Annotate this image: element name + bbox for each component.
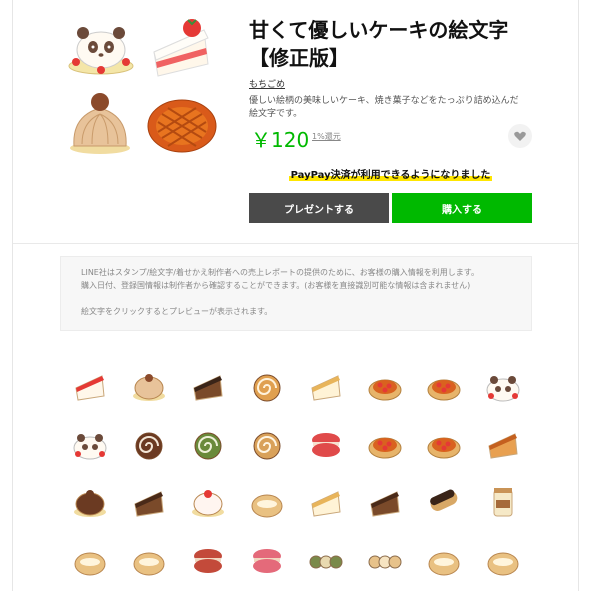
- emoji-item[interactable]: [414, 415, 473, 473]
- tiramisu-icon: [192, 375, 223, 401]
- custard-choux-icon: [74, 552, 105, 576]
- emoji-item[interactable]: [60, 357, 119, 415]
- emoji-item[interactable]: [178, 415, 237, 473]
- strawberry-tart-slice-icon: [427, 437, 460, 459]
- fruit-shortcake-icon: [191, 490, 224, 517]
- hero-image: [60, 8, 228, 158]
- cheesecake-slice-icon: [310, 375, 341, 401]
- purchase-notice: LINE社はスタンプ/絵文字/着せかえ制作者への売上レポートの提供のために、お客…: [60, 256, 532, 331]
- heart-icon: [514, 131, 526, 141]
- emoji-item[interactable]: [178, 473, 237, 531]
- gift-button[interactable]: プレゼントする: [249, 193, 389, 223]
- emoji-item[interactable]: [237, 531, 296, 589]
- roll-cake-slice-icon: [253, 374, 280, 402]
- buy-button[interactable]: 購入する: [392, 193, 532, 223]
- emoji-item[interactable]: [60, 531, 119, 589]
- chocolate-roll-icon: [135, 432, 162, 460]
- page-title: 甘くて優しいケーキの絵文字 【修正版】: [249, 16, 549, 72]
- emoji-item[interactable]: [473, 415, 532, 473]
- emoji-item[interactable]: [296, 473, 355, 531]
- cheesecake-chocolate-icon: [369, 491, 400, 517]
- chocolate-cake-slice-icon: [133, 491, 164, 517]
- strawberry-tart-icon: [427, 379, 460, 401]
- swiss-roll-icon: [253, 432, 280, 460]
- emoji-item[interactable]: [355, 473, 414, 531]
- mont-blanc-icon: [132, 374, 165, 401]
- emoji-item[interactable]: [60, 473, 119, 531]
- cream-puff-icon: [251, 494, 282, 518]
- emoji-item[interactable]: [60, 415, 119, 473]
- emoji-item[interactable]: [473, 531, 532, 589]
- panda-cake-slice-icon: [73, 434, 106, 460]
- title-line: 【修正版】: [249, 46, 349, 70]
- emoji-item[interactable]: [296, 415, 355, 473]
- emoji-grid: [60, 357, 532, 589]
- emoji-item[interactable]: [355, 531, 414, 589]
- emoji-item[interactable]: [178, 357, 237, 415]
- apple-pie-icon: [147, 99, 217, 153]
- title-line: 甘くて優しいケーキの絵文字: [249, 18, 509, 42]
- emoji-item[interactable]: [414, 531, 473, 589]
- cheese-cake-icon: [310, 491, 341, 517]
- author-link[interactable]: もちごめ: [249, 77, 285, 90]
- emoji-item[interactable]: [355, 415, 414, 473]
- fruit-tart-slice-icon: [368, 437, 401, 459]
- fluffy-choux-icon: [487, 552, 518, 576]
- emoji-item[interactable]: [119, 415, 178, 473]
- divider: [13, 243, 578, 244]
- price: ￥120: [251, 128, 310, 152]
- points-link[interactable]: 1%還元: [312, 131, 341, 142]
- eclair-icon: [429, 489, 457, 511]
- pudding-jar-icon: [493, 488, 512, 517]
- strawberry-shortcake-icon: [153, 19, 209, 77]
- choux-cream-icon: [133, 552, 164, 576]
- macaron-stack-icon: [193, 549, 222, 573]
- baked-choux-icon: [428, 552, 459, 576]
- description-line: 優しい絵柄の美味しいケーキ、焼き菓子などをたっぷり詰め込んだ: [249, 96, 519, 106]
- favorite-button[interactable]: [508, 124, 532, 148]
- product-description: 優しい絵柄の美味しいケーキ、焼き菓子などをたっぷり詰め込んだ 絵文字です。: [249, 95, 539, 121]
- notice-line: 購入日付、登録国情報は制作者から確認することができます。(お客様を直接識別可能な…: [81, 281, 471, 290]
- pie-slice-icon: [487, 433, 518, 459]
- panda-cake-icon: [68, 27, 134, 75]
- emoji-item[interactable]: [355, 357, 414, 415]
- chocolate-mousse-icon: [73, 490, 106, 517]
- emoji-item[interactable]: [237, 473, 296, 531]
- emoji-item[interactable]: [119, 531, 178, 589]
- preview-hint: 絵文字をクリックするとプレビューが表示されます。: [81, 307, 273, 316]
- strawberry-shortcake-icon: [74, 375, 105, 401]
- paypay-text: PayPay決済が利用できるようになりました: [288, 170, 493, 181]
- apple-pie-icon: [368, 379, 401, 401]
- paypay-banner: PayPay決済が利用できるようになりました: [249, 166, 532, 181]
- emoji-item[interactable]: [178, 531, 237, 589]
- mont-blanc-icon: [70, 93, 130, 154]
- emoji-item[interactable]: [414, 473, 473, 531]
- emoji-item[interactable]: [473, 357, 532, 415]
- description-line: 絵文字です。: [249, 109, 303, 119]
- mini-roll-set-icon: [309, 555, 342, 569]
- mini-choux-set-icon: [368, 555, 401, 569]
- macaron-icon: [311, 433, 340, 457]
- emoji-item[interactable]: [473, 473, 532, 531]
- emoji-item[interactable]: [296, 531, 355, 589]
- pink-macaron-stack-icon: [252, 549, 281, 573]
- emoji-item[interactable]: [414, 357, 473, 415]
- emoji-item[interactable]: [119, 473, 178, 531]
- notice-line: LINE社はスタンプ/絵文字/着せかえ制作者への売上レポートの提供のために、お客…: [81, 268, 479, 277]
- matcha-roll-icon: [194, 432, 221, 460]
- emoji-item[interactable]: [296, 357, 355, 415]
- emoji-item[interactable]: [237, 357, 296, 415]
- panda-cake-icon: [486, 376, 519, 402]
- emoji-item[interactable]: [237, 415, 296, 473]
- emoji-item[interactable]: [119, 357, 178, 415]
